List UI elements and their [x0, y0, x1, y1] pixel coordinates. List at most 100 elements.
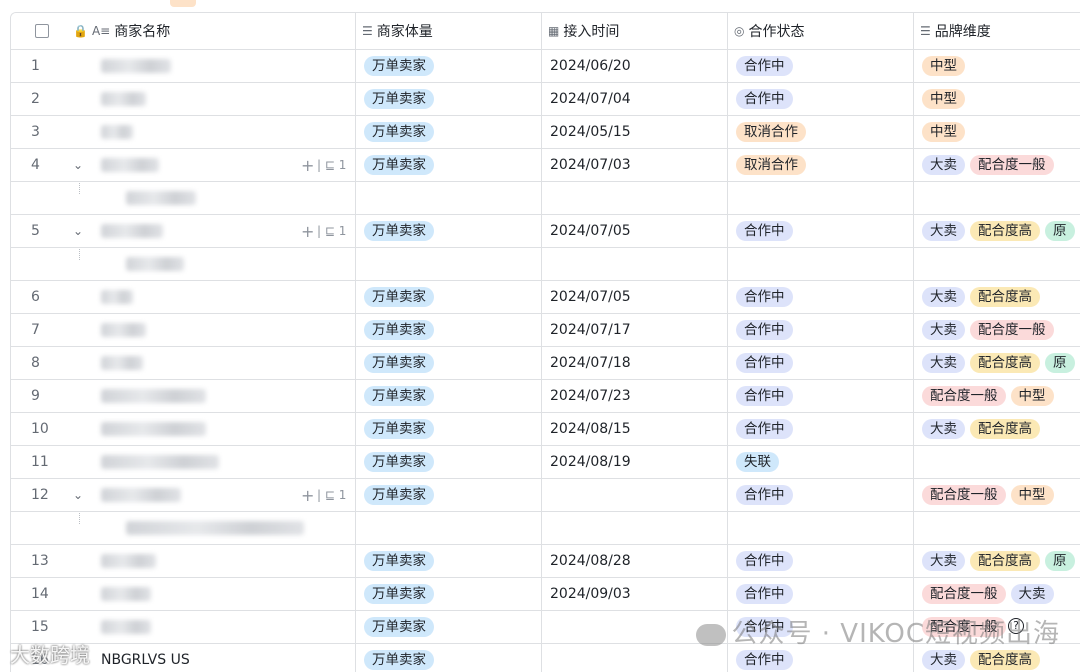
- table-row[interactable]: 8 万单卖家 2024/07/18 合作中 大卖 配合度高原: [11, 347, 1080, 380]
- date-cell[interactable]: 2024/07/05: [542, 215, 728, 247]
- status-cell[interactable]: 合作中: [728, 479, 914, 511]
- subrecord-count[interactable]: | ⊑ 1: [317, 488, 346, 502]
- child-cell[interactable]: [11, 512, 356, 544]
- brand-cell[interactable]: [914, 446, 1080, 478]
- table-row[interactable]: 13 万单卖家 2024/08/28 合作中 大卖 配合度高原: [11, 545, 1080, 578]
- status-cell[interactable]: 合作中: [728, 281, 914, 313]
- child-row[interactable]: [11, 512, 1080, 545]
- brand-cell[interactable]: 配合度一般 中型: [914, 479, 1080, 511]
- table-row[interactable]: 4 ⌄ + | ⊑ 1 万单卖家 2024/07/03 取消合作 大卖 配合度一般: [11, 149, 1080, 182]
- table-row[interactable]: 2 万单卖家 2024/07/04 合作中 中型: [11, 83, 1080, 116]
- child-row[interactable]: [11, 248, 1080, 281]
- volume-cell[interactable]: 万单卖家: [356, 578, 542, 610]
- brand-cell[interactable]: 中型: [914, 50, 1080, 82]
- brand-cell[interactable]: 大卖 配合度一般: [914, 149, 1080, 181]
- merchant-name-cell[interactable]: 6: [11, 281, 356, 313]
- volume-cell[interactable]: 万单卖家: [356, 83, 542, 115]
- brand-cell[interactable]: 中型: [914, 83, 1080, 115]
- child-cell[interactable]: [11, 248, 356, 280]
- child-cell[interactable]: [542, 182, 728, 214]
- volume-cell[interactable]: 万单卖家: [356, 347, 542, 379]
- date-cell[interactable]: 2024/06/20: [542, 50, 728, 82]
- brand-cell[interactable]: 大卖 配合度高: [914, 413, 1080, 445]
- date-cell[interactable]: 2024/08/15: [542, 413, 728, 445]
- volume-cell[interactable]: 万单卖家: [356, 116, 542, 148]
- brand-cell[interactable]: 中型: [914, 116, 1080, 148]
- child-cell[interactable]: [728, 182, 914, 214]
- status-cell[interactable]: 合作中: [728, 347, 914, 379]
- child-cell[interactable]: [11, 182, 356, 214]
- volume-cell[interactable]: 万单卖家: [356, 314, 542, 346]
- subrecord-count[interactable]: | ⊑ 1: [317, 224, 346, 238]
- add-child-icon[interactable]: +: [301, 156, 314, 175]
- table-row[interactable]: 7 万单卖家 2024/07/17 合作中 大卖 配合度一般: [11, 314, 1080, 347]
- merchant-name-cell[interactable]: 9: [11, 380, 356, 412]
- merchant-name-cell[interactable]: 13: [11, 545, 356, 577]
- volume-cell[interactable]: 万单卖家: [356, 281, 542, 313]
- expand-chevron-icon[interactable]: ⌄: [73, 488, 83, 502]
- status-cell[interactable]: 取消合作: [728, 116, 914, 148]
- date-cell[interactable]: 2024/07/23: [542, 380, 728, 412]
- child-cell[interactable]: [914, 512, 1080, 544]
- status-cell[interactable]: 合作中: [728, 314, 914, 346]
- status-cell[interactable]: 合作中: [728, 380, 914, 412]
- volume-cell[interactable]: 万单卖家: [356, 215, 542, 247]
- status-cell[interactable]: 合作中: [728, 83, 914, 115]
- volume-cell[interactable]: 万单卖家: [356, 479, 542, 511]
- child-cell[interactable]: [728, 248, 914, 280]
- child-cell[interactable]: [728, 512, 914, 544]
- merchant-name-cell[interactable]: 3: [11, 116, 356, 148]
- child-cell[interactable]: [542, 248, 728, 280]
- status-cell[interactable]: 合作中: [728, 50, 914, 82]
- table-row[interactable]: 10 万单卖家 2024/08/15 合作中 大卖 配合度高: [11, 413, 1080, 446]
- column-header-volume[interactable]: ☰ 商家体量: [356, 13, 542, 49]
- brand-cell[interactable]: 大卖 配合度高: [914, 281, 1080, 313]
- merchant-name-cell[interactable]: 10: [11, 413, 356, 445]
- add-child-icon[interactable]: +: [301, 486, 314, 505]
- merchant-name-cell[interactable]: 7: [11, 314, 356, 346]
- child-cell[interactable]: [914, 182, 1080, 214]
- expand-chevron-icon[interactable]: ⌄: [73, 158, 83, 172]
- table-row[interactable]: 9 万单卖家 2024/07/23 合作中 配合度一般 中型: [11, 380, 1080, 413]
- brand-cell[interactable]: 配合度一般 中型: [914, 380, 1080, 412]
- date-cell[interactable]: 2024/08/28: [542, 545, 728, 577]
- child-cell[interactable]: [356, 512, 542, 544]
- volume-cell[interactable]: 万单卖家: [356, 149, 542, 181]
- child-cell[interactable]: [356, 182, 542, 214]
- date-cell[interactable]: 2024/07/04: [542, 83, 728, 115]
- volume-cell[interactable]: 万单卖家: [356, 50, 542, 82]
- status-cell[interactable]: 合作中: [728, 578, 914, 610]
- merchant-name-cell[interactable]: 14: [11, 578, 356, 610]
- volume-cell[interactable]: 万单卖家: [356, 380, 542, 412]
- merchant-name-cell[interactable]: 11: [11, 446, 356, 478]
- brand-cell[interactable]: 配合度一般 大卖: [914, 578, 1080, 610]
- column-header-name[interactable]: 🔒 A≡ 商家名称: [11, 13, 356, 49]
- volume-cell[interactable]: 万单卖家: [356, 644, 542, 672]
- merchant-name-cell[interactable]: 1: [11, 50, 356, 82]
- select-all-checkbox[interactable]: [35, 24, 49, 38]
- expand-chevron-icon[interactable]: ⌄: [73, 224, 83, 238]
- date-cell[interactable]: 2024/08/19: [542, 446, 728, 478]
- status-cell[interactable]: 合作中: [728, 215, 914, 247]
- volume-cell[interactable]: 万单卖家: [356, 446, 542, 478]
- merchant-name-cell[interactable]: 5 ⌄ + | ⊑ 1: [11, 215, 356, 247]
- volume-cell[interactable]: 万单卖家: [356, 611, 542, 643]
- brand-cell[interactable]: 大卖 配合度一般: [914, 314, 1080, 346]
- child-row[interactable]: [11, 182, 1080, 215]
- child-cell[interactable]: [914, 248, 1080, 280]
- date-cell[interactable]: [542, 479, 728, 511]
- merchant-name-cell[interactable]: 12 ⌄ + | ⊑ 1: [11, 479, 356, 511]
- column-header-status[interactable]: ◎ 合作状态: [728, 13, 914, 49]
- status-cell[interactable]: 取消合作: [728, 149, 914, 181]
- table-row[interactable]: 14 万单卖家 2024/09/03 合作中 配合度一般 大卖: [11, 578, 1080, 611]
- add-child-icon[interactable]: +: [301, 222, 314, 241]
- column-header-brand[interactable]: ☰ 品牌维度: [914, 13, 1080, 49]
- table-row[interactable]: 5 ⌄ + | ⊑ 1 万单卖家 2024/07/05 合作中 大卖 配合度高原: [11, 215, 1080, 248]
- status-cell[interactable]: 失联: [728, 446, 914, 478]
- table-row[interactable]: 1 万单卖家 2024/06/20 合作中 中型: [11, 50, 1080, 83]
- table-row[interactable]: 6 万单卖家 2024/07/05 合作中 大卖 配合度高: [11, 281, 1080, 314]
- date-cell[interactable]: 2024/07/03: [542, 149, 728, 181]
- date-cell[interactable]: 2024/07/18: [542, 347, 728, 379]
- volume-cell[interactable]: 万单卖家: [356, 413, 542, 445]
- column-header-date[interactable]: ▦ 接入时间: [542, 13, 728, 49]
